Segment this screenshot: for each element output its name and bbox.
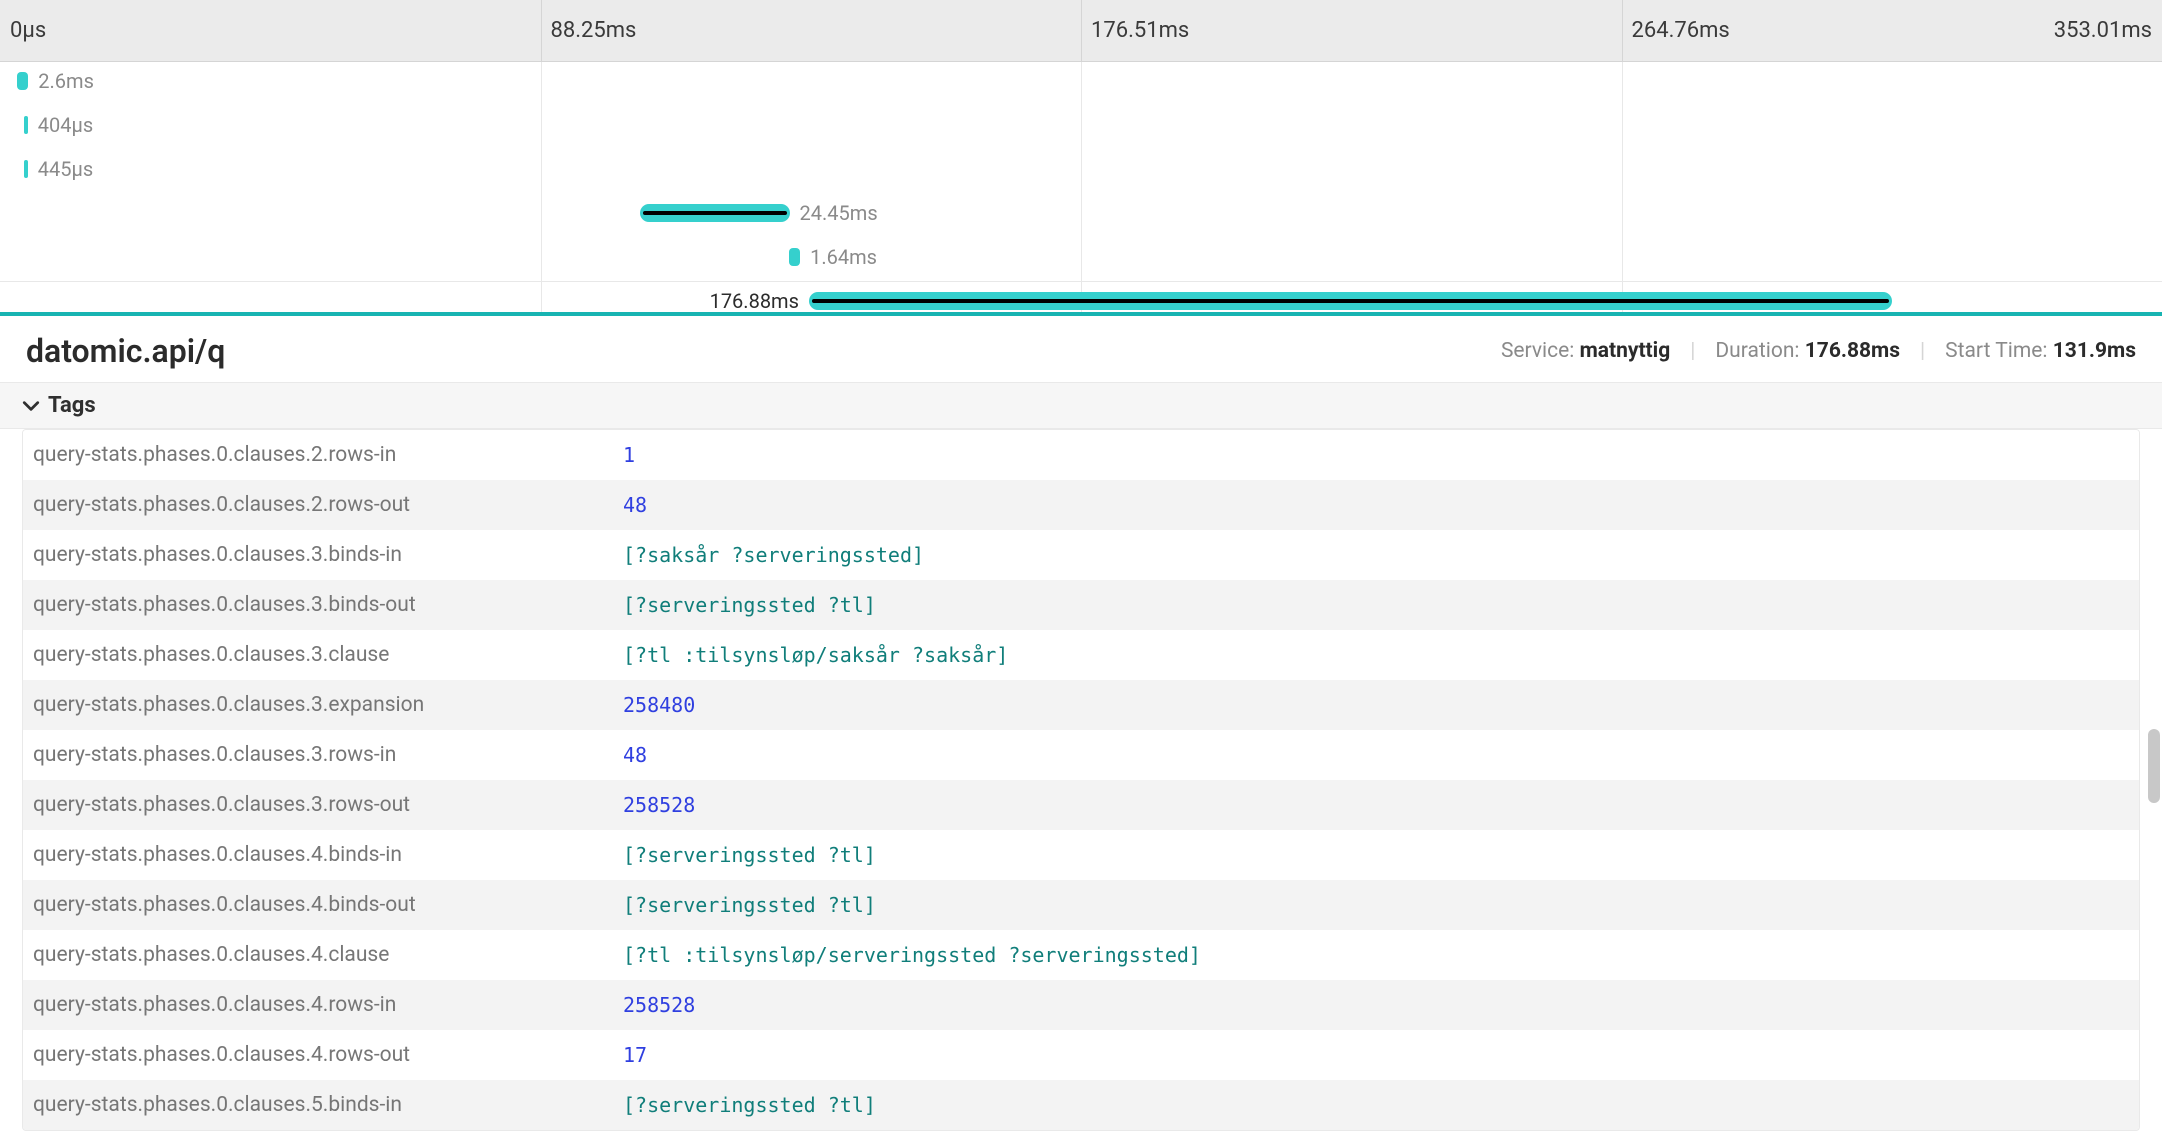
span-bar-wrap: 24.45ms [640,202,878,224]
span-bar[interactable] [24,116,28,134]
trace-timeline[interactable]: 353.01ms 0µs 88.25ms 176.51ms 264.76ms 2.6m… [0,0,2162,316]
tag-row[interactable]: query-stats.phases.0.clauses.3.expansion… [23,680,2139,730]
tag-key: query-stats.phases.0.clauses.4.binds-in [23,831,613,879]
tag-key: query-stats.phases.0.clauses.3.rows-out [23,781,613,829]
span-duration-label: 176.88ms [710,289,799,313]
tag-value: 48 [613,731,2139,779]
span-row[interactable]: 445µs [0,150,2162,194]
tag-value: 258528 [613,781,2139,829]
span-bar[interactable] [640,204,790,222]
tag-row[interactable]: query-stats.phases.0.clauses.4.rows-in25… [23,980,2139,1030]
tag-value: [?serveringssted ?tl] [613,1081,2139,1129]
meta-service: Service: matnyttig [1501,339,1670,363]
tag-row[interactable]: query-stats.phases.0.clauses.3.rows-in48 [23,730,2139,780]
tag-key: query-stats.phases.0.clauses.3.binds-out [23,581,613,629]
span-bar-wrap: 2.6ms [17,70,94,92]
chevron-down-icon [22,397,40,415]
operation-name: datomic.api/q [26,332,225,370]
span-bar-wrap: 176.88ms [710,290,1893,312]
tag-row[interactable]: query-stats.phases.0.clauses.3.binds-out… [23,580,2139,630]
span-row[interactable]: 1.64ms [0,238,2162,282]
span-row[interactable]: 176.88ms [0,282,2162,316]
span-meta: Service: matnyttig | Duration: 176.88ms … [1501,339,2136,363]
tags-section-title: Tags [48,393,96,418]
span-row[interactable]: 404µs [0,106,2162,150]
meta-separator: | [1920,339,1925,363]
tag-row[interactable]: query-stats.phases.0.clauses.3.binds-in[… [23,530,2139,580]
tag-key: query-stats.phases.0.clauses.4.binds-out [23,881,613,929]
tag-key: query-stats.phases.0.clauses.5.binds-in [23,1081,613,1129]
ruler-end-label: 353.01ms [2054,18,2152,43]
span-bar-wrap: 445µs [24,158,93,180]
ruler-tick-label: 0µs [10,18,46,43]
ruler-tick [1081,0,1082,61]
meta-start-time: Start Time: 131.9ms [1945,339,2136,363]
tag-value: [?tl :tilsynsløp/saksår ?saksår] [613,631,2139,679]
tag-value: [?tl :tilsynsløp/serveringssted ?serveri… [613,931,2139,979]
ruler-tick-label: 88.25ms [551,18,637,43]
tag-key: query-stats.phases.0.clauses.3.clause [23,631,613,679]
ruler-tick [1622,0,1623,61]
span-duration-label: 404µs [38,113,93,137]
span-row[interactable]: 2.6ms [0,62,2162,106]
tag-row[interactable]: query-stats.phases.0.clauses.2.rows-out4… [23,480,2139,530]
tag-row[interactable]: query-stats.phases.0.clauses.4.binds-out… [23,880,2139,930]
span-bar[interactable] [809,292,1892,310]
tag-row[interactable]: query-stats.phases.0.clauses.4.binds-in[… [23,830,2139,880]
span-row[interactable]: 24.45ms [0,194,2162,238]
tag-row[interactable]: query-stats.phases.0.clauses.3.clause[?t… [23,630,2139,680]
timeline-ruler[interactable]: 353.01ms 0µs 88.25ms 176.51ms 264.76ms [0,0,2162,62]
tags-body: query-stats.phases.0.clauses.2.rows-in1q… [0,429,2162,1131]
tag-row[interactable]: query-stats.phases.0.clauses.4.clause[?t… [23,930,2139,980]
tag-value: [?serveringssted ?tl] [613,881,2139,929]
ruler-tick [541,0,542,61]
tag-value: 48 [613,481,2139,529]
tags-section-toggle[interactable]: Tags [0,383,2162,429]
tag-key: query-stats.phases.0.clauses.4.rows-out [23,1031,613,1079]
span-bar-wrap: 404µs [24,114,93,136]
span-duration-label: 24.45ms [800,201,878,225]
tag-key: query-stats.phases.0.clauses.2.rows-out [23,481,613,529]
tag-key: query-stats.phases.0.clauses.4.rows-in [23,981,613,1029]
tag-value: 17 [613,1031,2139,1079]
ruler-tick-label: 264.76ms [1632,18,1730,43]
scrollbar-thumb[interactable] [2148,729,2160,803]
tag-key: query-stats.phases.0.clauses.4.clause [23,931,613,979]
tag-row[interactable]: query-stats.phases.0.clauses.4.rows-out1… [23,1030,2139,1080]
tag-row[interactable]: query-stats.phases.0.clauses.3.rows-out2… [23,780,2139,830]
tag-value: 1 [613,431,2139,479]
meta-duration: Duration: 176.88ms [1715,339,1900,363]
tag-value: [?serveringssted ?tl] [613,581,2139,629]
tag-key: query-stats.phases.0.clauses.2.rows-in [23,431,613,479]
meta-separator: | [1690,339,1695,363]
tag-key: query-stats.phases.0.clauses.3.binds-in [23,531,613,579]
span-duration-label: 445µs [38,157,93,181]
span-duration-label: 2.6ms [38,69,94,93]
tag-key: query-stats.phases.0.clauses.3.rows-in [23,731,613,779]
tag-row[interactable]: query-stats.phases.0.clauses.5.binds-in[… [23,1080,2139,1130]
span-bar[interactable] [17,72,28,90]
tag-value: [?serveringssted ?tl] [613,831,2139,879]
timeline-rows: 2.6ms 404µs 445µs 24.45ms 1.64ms 176.88ms [0,62,2162,312]
tag-value: [?saksår ?serveringssted] [613,531,2139,579]
span-detail-header: datomic.api/q Service: matnyttig | Durat… [0,316,2162,383]
span-bar[interactable] [789,248,800,266]
span-bar[interactable] [24,160,28,178]
tag-key: query-stats.phases.0.clauses.3.expansion [23,681,613,729]
tag-value: 258528 [613,981,2139,1029]
span-duration-label: 1.64ms [810,245,877,269]
tag-row[interactable]: query-stats.phases.0.clauses.2.rows-in1 [23,430,2139,480]
span-bar-wrap: 1.64ms [789,246,877,268]
tags-table: query-stats.phases.0.clauses.2.rows-in1q… [22,429,2140,1131]
ruler-tick-label: 176.51ms [1091,18,1189,43]
tag-value: 258480 [613,681,2139,729]
